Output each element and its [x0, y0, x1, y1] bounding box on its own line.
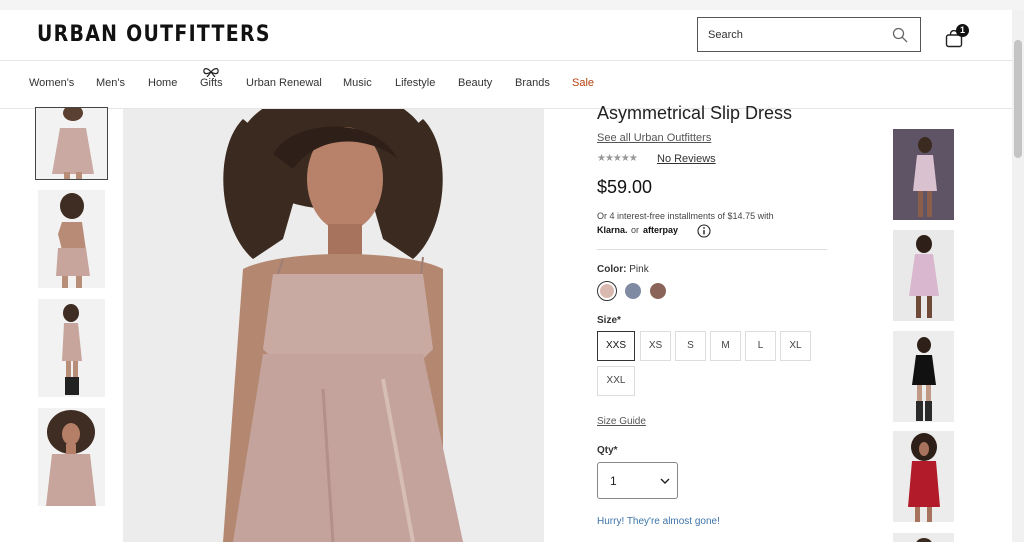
- quantity-select[interactable]: 1: [597, 462, 678, 499]
- nav-lifestyle[interactable]: Lifestyle: [395, 77, 435, 89]
- shopping-bag-button[interactable]: 1: [945, 24, 969, 48]
- search-icon[interactable]: [892, 27, 908, 43]
- size-option-xs[interactable]: XS: [640, 331, 671, 361]
- see-all-brand-link[interactable]: See all Urban Outfitters: [597, 132, 711, 144]
- site-header: URBAN OUTFITTERS 1: [0, 10, 1012, 60]
- info-divider: [597, 249, 827, 250]
- color-swatch-mauve[interactable]: [650, 283, 666, 299]
- product-title: Asymmetrical Slip Dress: [597, 103, 793, 123]
- nav-beauty[interactable]: Beauty: [458, 77, 492, 89]
- related-thumbnail-1[interactable]: [893, 129, 954, 220]
- gift-bow-icon: [203, 68, 219, 77]
- color-swatch-pink-fill: [600, 284, 614, 298]
- nav-brands[interactable]: Brands: [515, 77, 550, 89]
- nav-urban-renewal[interactable]: Urban Renewal: [246, 77, 322, 89]
- browser-top-strip: [0, 0, 1024, 10]
- size-option-xxl[interactable]: XXL: [597, 366, 635, 396]
- rating-stars: ★★★★★: [597, 153, 638, 164]
- nav-music[interactable]: Music: [343, 77, 372, 89]
- reviews-link[interactable]: No Reviews: [657, 153, 716, 165]
- scrollbar-thumb[interactable]: [1014, 40, 1022, 158]
- info-icon[interactable]: [697, 224, 711, 238]
- qty-label: Qty*: [597, 445, 618, 456]
- related-thumbnail-5[interactable]: [893, 531, 954, 542]
- payment-or-text: or: [631, 225, 640, 235]
- size-option-l[interactable]: L: [745, 331, 776, 361]
- size-option-xl[interactable]: XL: [780, 331, 811, 361]
- size-option-m[interactable]: M: [710, 331, 741, 361]
- nav-home[interactable]: Home: [148, 77, 177, 89]
- thumbnail-side[interactable]: [38, 299, 105, 397]
- size-label: Size*: [597, 315, 621, 326]
- color-label: Color: Pink: [597, 264, 649, 275]
- related-thumbnail-4[interactable]: [893, 431, 954, 522]
- chevron-down-icon: [660, 478, 670, 484]
- klarna-logo[interactable]: Klarna.: [597, 225, 628, 235]
- quantity-value: 1: [610, 474, 617, 488]
- main-product-image[interactable]: [123, 109, 544, 542]
- nav-mens[interactable]: Men's: [96, 77, 125, 89]
- afterpay-logo[interactable]: afterpay: [643, 225, 678, 235]
- installments-text: Or 4 interest-free installments of $14.7…: [597, 211, 774, 221]
- search-input[interactable]: [708, 26, 888, 44]
- thumbnail-closeup[interactable]: [38, 408, 105, 506]
- size-guide-link[interactable]: Size Guide: [597, 416, 646, 427]
- color-value: Pink: [629, 264, 649, 275]
- nav-gifts[interactable]: Gifts: [200, 77, 223, 89]
- nav-sale[interactable]: Sale: [572, 77, 594, 89]
- color-swatch-pink[interactable]: [597, 281, 617, 301]
- color-swatch-blue[interactable]: [625, 283, 641, 299]
- brand-logo[interactable]: URBAN OUTFITTERS: [37, 22, 271, 47]
- size-option-s[interactable]: S: [675, 331, 706, 361]
- product-price: $59.00: [597, 177, 653, 197]
- related-thumbnail-2[interactable]: [893, 230, 954, 321]
- search-box[interactable]: [697, 17, 921, 52]
- page-scrollbar[interactable]: [1012, 10, 1024, 542]
- thumbnail-back[interactable]: [38, 190, 105, 288]
- main-navigation: Women's Men's Home Gifts Urban Renewal M…: [0, 60, 1012, 109]
- cart-count-badge: 1: [956, 24, 969, 37]
- low-stock-message: Hurry! They're almost gone!: [597, 516, 720, 527]
- nav-womens[interactable]: Women's: [29, 77, 74, 89]
- thumbnail-front[interactable]: [35, 107, 108, 180]
- color-label-title: Color:: [597, 264, 627, 275]
- size-option-xxs[interactable]: XXS: [597, 331, 635, 361]
- related-thumbnail-3[interactable]: [893, 331, 954, 422]
- payment-providers: Klarna. or afterpay: [597, 225, 737, 239]
